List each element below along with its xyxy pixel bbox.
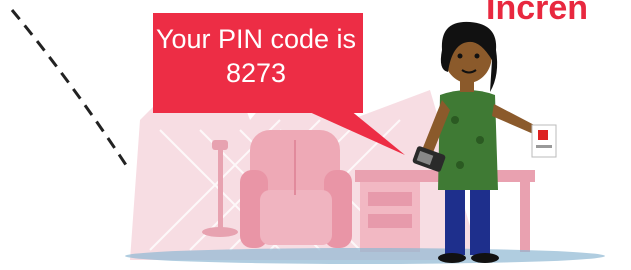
- armchair: [240, 130, 352, 248]
- speech-bubble-text: Your PIN code is 8273: [155, 24, 357, 88]
- floor-shadow: [125, 248, 605, 264]
- card-icon: [531, 124, 557, 158]
